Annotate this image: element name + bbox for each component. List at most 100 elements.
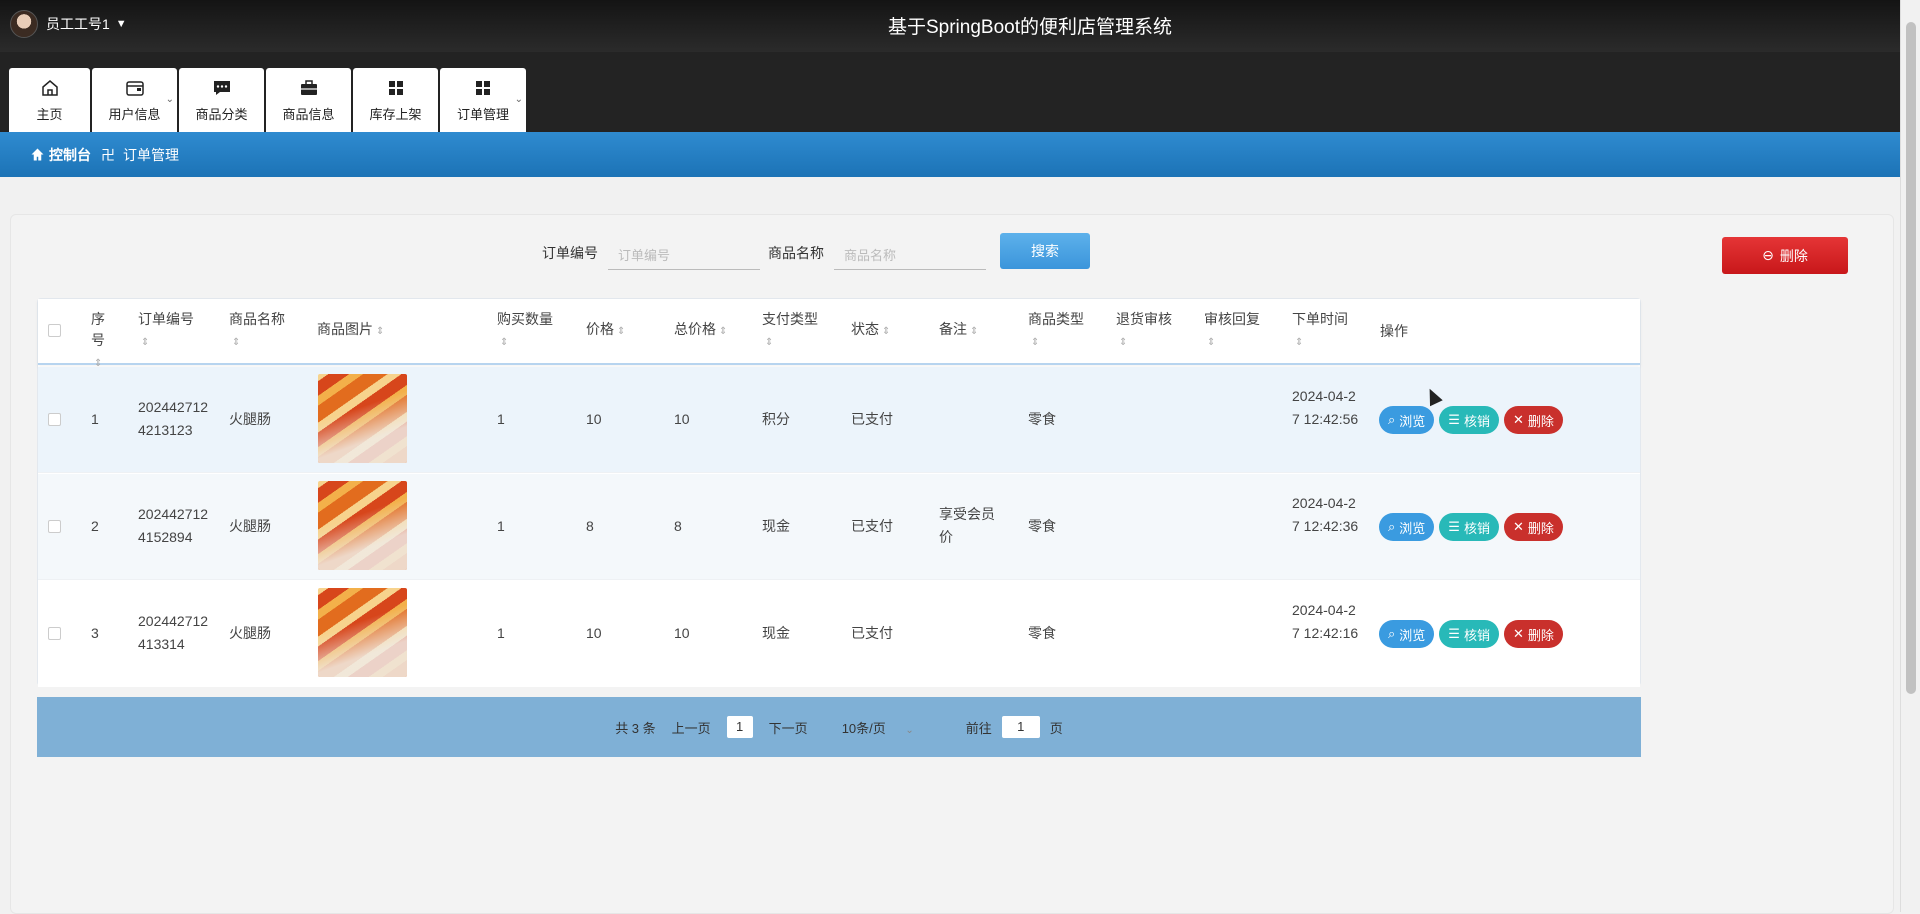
header-label: 审核回复 xyxy=(1204,311,1260,327)
header-refund[interactable]: 退货审核 ⇕ xyxy=(1116,309,1172,353)
header-order[interactable]: 订单编号 ⇕ xyxy=(138,309,194,353)
order-number-input[interactable]: 订单编号 xyxy=(608,236,760,270)
sort-icon[interactable]: ⇕ xyxy=(1119,337,1127,348)
header-category[interactable]: 商品类型 ⇕ xyxy=(1028,309,1084,353)
sort-icon[interactable]: ⇕ xyxy=(1031,337,1039,348)
sort-icon[interactable]: ⇕ xyxy=(141,337,149,348)
header-label: 订单编号 xyxy=(138,311,194,327)
header-label: 商品名称 xyxy=(229,311,285,327)
search-button[interactable]: 搜索 xyxy=(1000,233,1090,269)
row-actions: ⌕ 浏览 ☰ 核销 ✕ 删除 xyxy=(1379,513,1563,541)
scrollbar[interactable] xyxy=(1900,0,1920,912)
header-image[interactable]: 商品图片 ⇕ xyxy=(317,319,384,342)
nav-label: 商品分类 xyxy=(195,106,248,122)
table-row[interactable]: 1 2024427124213123 火腿肠 1 10 10 积分 已支付 零食… xyxy=(38,367,1640,473)
close-icon: ✕ xyxy=(1512,412,1524,427)
nav-item-stock[interactable]: 库存上架 xyxy=(353,68,438,132)
view-button[interactable]: ⌕ 浏览 xyxy=(1379,620,1435,648)
delete-row-button[interactable]: ✕ 删除 xyxy=(1503,513,1563,541)
nav-item-categories[interactable]: 商品分类 xyxy=(179,68,264,132)
delete-row-button[interactable]: ✕ 删除 xyxy=(1503,620,1563,648)
page-size-select[interactable]: 10条/页 ⌄ xyxy=(834,718,922,737)
goods-name-input[interactable]: 商品名称 xyxy=(834,236,986,270)
view-label: 浏览 xyxy=(1399,413,1426,429)
cell-name: 火腿肠 xyxy=(229,411,271,427)
next-page-button[interactable]: 下一页 xyxy=(769,718,808,737)
verify-label: 核销 xyxy=(1463,413,1490,429)
verify-label: 核销 xyxy=(1463,627,1490,643)
row-checkbox[interactable] xyxy=(48,520,61,533)
row-checkbox[interactable] xyxy=(48,627,61,640)
header-ops: 操作 xyxy=(1380,323,1408,339)
view-button[interactable]: ⌕ 浏览 xyxy=(1379,406,1435,434)
header-reply[interactable]: 审核回复 ⇕ xyxy=(1204,309,1260,353)
cell-remark: 享受会员价 xyxy=(939,506,995,545)
cell-time: 2024-04-27 12:42:36 xyxy=(1292,495,1359,534)
header-qty[interactable]: 购买数量 ⇕ xyxy=(497,309,553,353)
cell-status: 已支付 xyxy=(851,625,893,641)
header-name[interactable]: 商品名称 ⇕ xyxy=(229,309,285,353)
verify-button[interactable]: ☰ 核销 xyxy=(1439,513,1499,541)
search-icon: ⌕ xyxy=(1388,626,1396,641)
close-icon: ✕ xyxy=(1512,626,1524,641)
header-status[interactable]: 状态 ⇕ xyxy=(851,319,890,342)
cell-qty: 1 xyxy=(497,518,505,534)
scrollbar-thumb[interactable] xyxy=(1906,22,1916,694)
header-paytype[interactable]: 支付类型 ⇕ xyxy=(762,309,818,353)
sort-icon[interactable]: ⇕ xyxy=(232,337,240,348)
sort-icon[interactable]: ⇕ xyxy=(765,337,773,348)
current-page[interactable]: 1 xyxy=(726,716,753,738)
page-title: 基于SpringBoot的便利店管理系统 xyxy=(887,17,1172,38)
nav-item-goods[interactable]: 商品信息 xyxy=(266,68,351,132)
sort-icon[interactable]: ⇕ xyxy=(617,326,625,337)
sort-icon[interactable]: ⇕ xyxy=(882,326,890,337)
header-time[interactable]: 下单时间 ⇕ xyxy=(1292,309,1348,353)
sort-icon[interactable]: ⇕ xyxy=(1207,337,1215,348)
goods-name-label: 商品名称 xyxy=(768,245,824,261)
verify-button[interactable]: ☰ 核销 xyxy=(1439,406,1499,434)
header-label: 商品类型 xyxy=(1028,311,1084,327)
sort-icon[interactable]: ⇕ xyxy=(1295,337,1303,348)
sort-icon[interactable]: ⇕ xyxy=(376,326,384,337)
cell-paytype: 积分 xyxy=(762,411,790,427)
header-price[interactable]: 价格 ⇕ xyxy=(586,319,625,342)
breadcrumb-home[interactable]: 控制台 xyxy=(30,145,91,165)
view-button[interactable]: ⌕ 浏览 xyxy=(1379,513,1435,541)
table-row[interactable]: 3 202442712413314 火腿肠 1 10 10 现金 已支付 零食 … xyxy=(38,581,1640,687)
cell-seq: 3 xyxy=(91,625,99,641)
goto-page-input[interactable]: 1 xyxy=(1001,716,1040,738)
table-row[interactable]: 2 2024427124152894 火腿肠 1 8 8 现金 已支付 享受会员… xyxy=(38,474,1640,580)
header-label: 状态 xyxy=(851,321,879,337)
sort-icon[interactable]: ⇕ xyxy=(970,326,978,337)
nav-item-users[interactable]: 用户信息 ⌄ xyxy=(92,68,177,132)
header-total[interactable]: 总价格 ⇕ xyxy=(674,319,727,342)
delete-row-button[interactable]: ✕ 删除 xyxy=(1503,406,1563,434)
nav-item-orders[interactable]: 订单管理 ⌄ xyxy=(440,68,526,132)
delete-label: 删除 xyxy=(1527,520,1554,536)
sort-icon[interactable]: ⇕ xyxy=(719,326,727,337)
verify-button[interactable]: ☰ 核销 xyxy=(1439,620,1499,648)
prev-page-button[interactable]: 上一页 xyxy=(672,718,711,737)
header-seq[interactable]: 序号 ⇕ xyxy=(91,309,111,374)
orders-table: 序号 ⇕ 订单编号 ⇕ 商品名称 ⇕ 商品图片 ⇕ 购买数量 ⇕ 价格 ⇕ 总价格 ⇕ 支付类… xyxy=(37,298,1641,687)
cell-order: 2024427124152894 xyxy=(138,506,209,545)
select-all-checkbox[interactable] xyxy=(48,324,61,337)
header-label: 支付类型 xyxy=(762,311,818,327)
pagination: 共 3 条 上一页 1 下一页 10条/页 ⌄ 前往 1 页 xyxy=(37,697,1641,757)
page-size-label: 10条/页 xyxy=(841,720,886,736)
cell-category: 零食 xyxy=(1028,625,1056,641)
header-label: 备注 xyxy=(939,321,967,337)
cell-price: 10 xyxy=(586,625,602,641)
header-remark[interactable]: 备注 ⇕ xyxy=(939,319,978,342)
cell-category: 零食 xyxy=(1028,518,1056,534)
sort-icon[interactable]: ⇕ xyxy=(500,337,508,348)
cell-name: 火腿肠 xyxy=(229,518,271,534)
grid-icon xyxy=(476,80,490,95)
delete-button[interactable]: ⊖ 删除 xyxy=(1722,237,1848,274)
cell-status: 已支付 xyxy=(851,411,893,427)
nav-item-home[interactable]: 主页 xyxy=(9,68,90,132)
nav-label: 库存上架 xyxy=(369,106,422,122)
row-checkbox[interactable] xyxy=(48,413,61,426)
cell-paytype: 现金 xyxy=(762,625,790,641)
chevron-down-icon: ⌄ xyxy=(165,94,174,105)
